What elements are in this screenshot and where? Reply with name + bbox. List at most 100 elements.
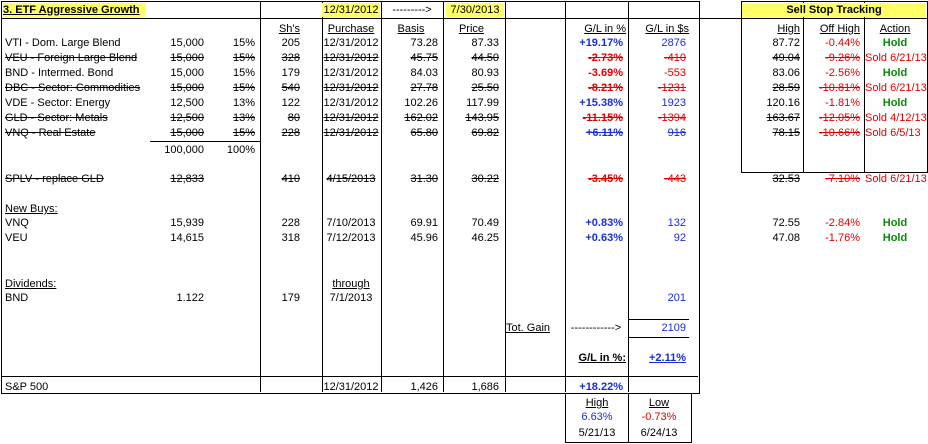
holding-row-0-shares: 205 [281, 37, 300, 49]
low-value: -0.73% [641, 411, 677, 423]
holding-row-4-action: Hold [882, 97, 908, 109]
holding-row-2-purchase: 12/31/2012 [323, 67, 379, 79]
holding-row-6-shares: 228 [281, 127, 300, 139]
holding-row-0-high: 87.72 [772, 37, 800, 49]
splv-basis: 31.30 [410, 173, 438, 185]
new-buy-row-1-high: 47.08 [772, 232, 800, 244]
dividend-amount: 1.122 [176, 292, 204, 304]
holding-row-5-gl-pct: -11.15% [582, 112, 623, 124]
header-arrow: ---------> [392, 4, 432, 16]
holding-row-1-shares: 328 [281, 52, 300, 64]
sp500-date: 12/31/2012 [323, 381, 379, 393]
holding-row-1-action: Sold 6/21/13 [865, 52, 927, 64]
holding-row-5-off-high: -12.05% [819, 112, 860, 124]
holding-row-6-high: 78.15 [772, 127, 800, 139]
holding-row-4-price: 117.99 [466, 97, 499, 109]
holding-row-4-basis: 102.26 [404, 97, 438, 109]
holding-row-5-pct: 13% [232, 112, 255, 124]
new-buy-row-1-amount: 14,615 [170, 232, 204, 244]
holding-row-0-name: VTI - Dom. Large Blend [5, 37, 121, 49]
col-header-high: High [777, 23, 800, 35]
holding-row-2-gl-pct: -3.69% [588, 67, 623, 79]
new-buy-row-1-name: VEU [5, 232, 28, 244]
sp500-basis: 1,426 [410, 381, 438, 393]
header-divider [1, 18, 928, 19]
holding-row-6-purchase: 12/31/2012 [323, 127, 379, 139]
new-buy-row-0-amount: 15,939 [170, 217, 204, 229]
tot-gain-value: 2109 [661, 322, 686, 334]
new-buy-row-0-name: VNQ [5, 217, 29, 229]
holding-row-0-amount: 15,000 [170, 37, 204, 49]
sp500-name: S&P 500 [5, 381, 49, 393]
holding-row-2-high: 83.06 [772, 67, 800, 79]
holding-row-2-name: BND - Intermed. Bond [5, 67, 114, 79]
holding-row-6-gl-pct: +6.11% [585, 127, 623, 139]
splv-action: Sold 6/21/13 [865, 173, 927, 185]
holding-row-3-gl-pct: -8.21% [588, 82, 623, 94]
holding-row-0-price: 87.33 [471, 37, 499, 49]
holding-row-0-purchase: 12/31/2012 [323, 37, 379, 49]
holding-row-3-basis: 27.78 [410, 82, 438, 94]
holding-row-6-amount: 15,000 [170, 127, 204, 139]
sp500-price: 1,686 [471, 381, 499, 393]
new-buy-row-0-basis: 69.91 [410, 217, 438, 229]
col-header-off-high: Off High [819, 23, 860, 35]
splv-name: SPLV - replace GLD [5, 173, 104, 185]
holding-row-4-name: VDE - Sector: Energy [5, 97, 111, 109]
holding-row-6-gl-usd: 916 [667, 127, 686, 139]
holding-row-1-name: VEU - Foreign Large Blend [5, 52, 138, 64]
holding-row-1-amount: 15,000 [170, 52, 204, 64]
new-buy-row-1-purchase: 7/12/2013 [326, 232, 376, 244]
sp500-gl-pct: +18.22% [579, 381, 623, 393]
holding-row-6-pct: 15% [232, 127, 255, 139]
holding-row-1-off-high: -9.26% [825, 52, 860, 64]
spreadsheet: 3. ETF Aggressive Growth 12/31/2012 ----… [0, 0, 928, 444]
holding-row-2-gl-usd: -553 [663, 67, 686, 79]
holding-row-5-purchase: 12/31/2012 [323, 112, 379, 124]
new-buy-row-1-action: Hold [882, 232, 908, 244]
holding-row-2-off-high: -2.56% [825, 67, 860, 79]
high-label: High [585, 397, 609, 409]
col-header-action: Action [879, 23, 911, 35]
holding-row-5-basis: 162.02 [404, 112, 438, 124]
holding-row-3-pct: 15% [232, 82, 255, 94]
holding-row-4-amount: 12,500 [170, 97, 204, 109]
low-date: 6/24/13 [640, 427, 678, 439]
holding-row-6-name: VNQ - Real Estate [5, 127, 96, 139]
sell-stop-title: Sell Stop Tracking [742, 3, 926, 17]
holding-row-1-pct: 15% [232, 52, 255, 64]
col-header-shares: Sh's [278, 23, 300, 35]
holding-row-4-gl-usd: 1923 [661, 97, 686, 109]
holding-row-2-amount: 15,000 [170, 67, 204, 79]
splv-gl-usd: -443 [663, 173, 686, 185]
splv-amount: 12,833 [170, 173, 204, 185]
holding-row-5-amount: 12,500 [170, 112, 204, 124]
new-buy-row-0-price: 70.49 [471, 217, 499, 229]
splv-purchase: 4/15/2013 [326, 173, 376, 185]
holding-row-5-name: GLD - Sector: Metals [5, 112, 108, 124]
splv-off-high: -7.10% [825, 173, 860, 185]
new-buy-row-0-off-high: -2.84% [825, 217, 860, 229]
holding-row-1-basis: 45.75 [410, 52, 438, 64]
holding-row-3-off-high: -10.81% [819, 82, 860, 94]
gl-pct-label: G/L in %: [578, 352, 626, 364]
holding-row-0-gl-pct: +19.17% [579, 37, 623, 49]
holding-row-4-shares: 122 [281, 97, 300, 109]
holding-row-2-pct: 15% [232, 67, 255, 79]
holding-row-3-name: DBC - Sector: Commodities [5, 82, 141, 94]
holding-row-5-price: 143.95 [465, 112, 499, 124]
col-header-gl-usd: G/L in $s [645, 23, 689, 35]
col-header-purchase: Purchase [327, 23, 375, 35]
holding-row-3-shares: 540 [281, 82, 300, 94]
new-buy-row-1-shares: 318 [281, 232, 300, 244]
new-buy-row-1-off-high: -1.76% [825, 232, 860, 244]
holding-row-0-basis: 73.28 [410, 37, 438, 49]
dividend-date: 7/1/2013 [329, 292, 373, 304]
holding-row-1-purchase: 12/31/2012 [323, 52, 379, 64]
new-buy-row-0-high: 72.55 [772, 217, 800, 229]
holding-row-2-action: Hold [882, 67, 908, 79]
holding-row-4-gl-pct: +15.38% [579, 97, 623, 109]
holding-row-6-off-high: -10.66% [819, 127, 860, 139]
holding-row-5-shares: 80 [287, 112, 300, 124]
holding-row-4-off-high: -1.81% [825, 97, 860, 109]
